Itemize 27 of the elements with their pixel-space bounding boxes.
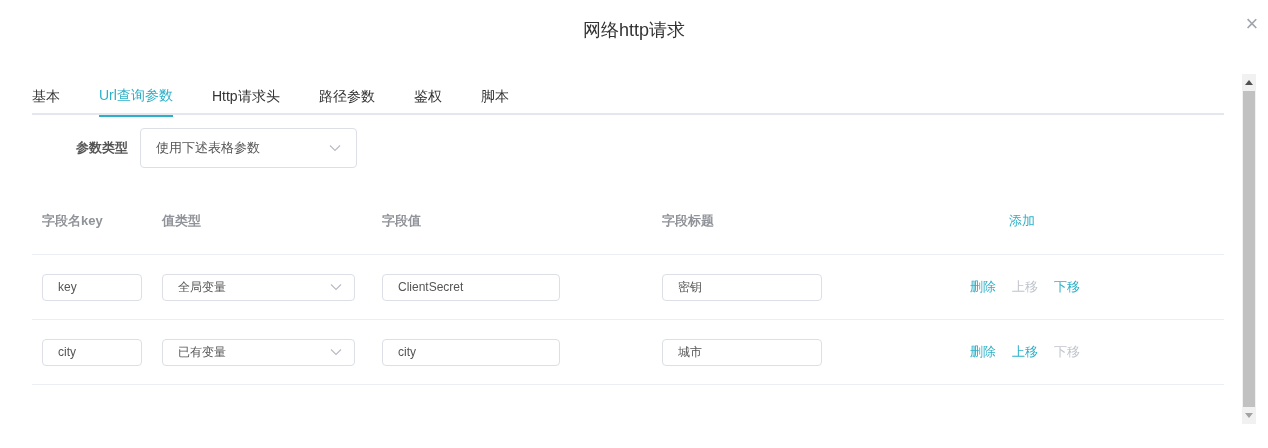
column-header: 字段名key: [41, 212, 104, 231]
tab[interactable]: 基本: [32, 78, 60, 115]
tab[interactable]: 路径参数: [318, 78, 375, 115]
param-type-select[interactable]: 使用下述表格参数: [140, 128, 357, 168]
value-type-select[interactable]: 全局变量: [162, 273, 355, 301]
tab[interactable]: 脚本: [480, 78, 509, 115]
value-field[interactable]: city: [382, 338, 560, 366]
column-header: 值类型: [162, 212, 202, 231]
key-field[interactable]: city: [42, 338, 142, 366]
dialog-title: 网络http请求: [583, 18, 685, 42]
column-header: 字段标题: [662, 212, 715, 231]
tab[interactable]: Http请求头: [211, 78, 280, 115]
scroll-down-icon[interactable]: [1245, 413, 1253, 418]
tab[interactable]: 鉴权: [413, 78, 442, 115]
chevron-down-icon: [330, 348, 342, 356]
title-field[interactable]: 城市: [662, 338, 822, 366]
key-field[interactable]: key: [42, 273, 142, 301]
chevron-down-icon: [329, 144, 341, 152]
field-label: 参数类型: [75, 139, 129, 158]
scrollbar-thumb[interactable]: [1243, 91, 1255, 407]
scrollbar[interactable]: [1242, 74, 1256, 424]
value-type-select[interactable]: 已有变量: [162, 338, 355, 366]
title-field[interactable]: 密钥: [662, 273, 822, 301]
value-field[interactable]: ClientSecret: [382, 273, 560, 301]
chevron-down-icon: [330, 283, 342, 291]
scroll-up-icon[interactable]: [1245, 80, 1253, 85]
column-header: 字段值: [382, 212, 422, 231]
